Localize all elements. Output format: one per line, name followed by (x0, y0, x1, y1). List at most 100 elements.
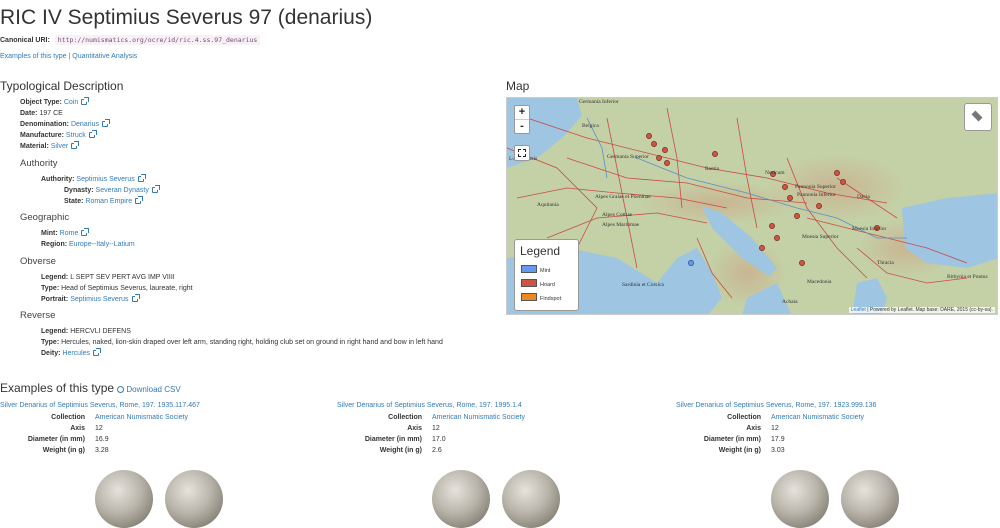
obverse-heading: Obverse (20, 256, 56, 267)
examples-link[interactable]: Examples of this type (0, 53, 67, 60)
external-link-icon[interactable] (71, 141, 80, 149)
legend-item-hoard: Hoard (521, 279, 555, 288)
field-reverse-legend: Legend: HERCVLI DEFENS (41, 328, 131, 335)
zoom-in-button[interactable]: + (515, 106, 529, 119)
svg-text:Alpes Maritimae: Alpes Maritimae (602, 222, 640, 228)
map-heading: Map (506, 79, 530, 93)
svg-text:Macedonia: Macedonia (807, 279, 832, 285)
object-type-link[interactable]: Coin (64, 99, 78, 106)
svg-text:Pannonia Inferior: Pannonia Inferior (797, 191, 836, 198)
collection-link[interactable]: American Numismatic Society (771, 413, 864, 423)
layers-icon[interactable] (964, 103, 992, 131)
svg-text:Moesia Inferior: Moesia Inferior (852, 225, 887, 232)
field-state: State: Roman Empire (64, 196, 144, 207)
field-denomination: Denomination: Denarius (20, 119, 110, 130)
reverse-heading: Reverse (20, 310, 56, 321)
legend-title: Legend (520, 244, 561, 258)
leaflet-link[interactable]: Leaflet (851, 307, 866, 313)
coin-reverse-image[interactable] (502, 470, 560, 528)
external-link-icon[interactable] (151, 185, 160, 193)
external-link-icon[interactable] (137, 174, 146, 182)
field-date: Date: 197 CE (20, 110, 63, 117)
svg-text:Achaia: Achaia (782, 299, 798, 305)
example-title-link[interactable]: Silver Denarius of Septimius Severus, Ro… (337, 402, 522, 409)
field-manufacture: Manufacture: Struck (20, 130, 97, 141)
field-object-type: Object Type: Coin (20, 97, 90, 108)
svg-text:Germania Superior: Germania Superior (607, 154, 649, 160)
external-link-icon[interactable] (131, 294, 140, 302)
material-link[interactable]: Silver (51, 143, 69, 150)
coin-obverse-image[interactable] (432, 470, 490, 528)
svg-text:Noricum: Noricum (765, 170, 785, 176)
svg-text:Bithynia et Pontus: Bithynia et Pontus (947, 274, 988, 280)
field-reverse-deity: Deity: Hercules (41, 348, 102, 359)
svg-text:Dacia: Dacia (857, 194, 870, 200)
map-view[interactable]: Germania Inferior Belgica Germania Super… (506, 97, 998, 315)
svg-text:Belgica: Belgica (582, 123, 599, 129)
coin-reverse-image[interactable] (841, 470, 899, 528)
page-title: RIC IV Septimius Severus 97 (denarius) (0, 6, 373, 29)
authority-heading: Authority (20, 158, 58, 169)
external-link-icon[interactable] (93, 348, 102, 356)
field-obverse-type: Type: Head of Septimius Severus, laureat… (41, 285, 193, 292)
svg-text:Raetia: Raetia (705, 166, 720, 172)
collection-link[interactable]: American Numismatic Society (432, 413, 525, 423)
field-region: Region: Europe--Italy--Latium (41, 241, 135, 248)
zoom-out-button[interactable]: - (515, 119, 529, 133)
link-separator: | (68, 53, 71, 60)
map-legend: Legend Mint Hoard Findspot (514, 239, 579, 311)
svg-text:Germania Inferior: Germania Inferior (579, 98, 619, 105)
svg-text:Alpes Cottiae: Alpes Cottiae (602, 212, 633, 218)
mint-link[interactable]: Rome (60, 230, 79, 237)
external-link-icon[interactable] (135, 196, 144, 204)
legend-swatch (521, 279, 537, 287)
coin-obverse-image[interactable] (771, 470, 829, 528)
coin-reverse-image[interactable] (165, 470, 223, 528)
region-link[interactable]: Europe--Italy--Latium (69, 241, 135, 248)
legend-swatch (521, 265, 537, 273)
external-link-icon[interactable] (88, 130, 97, 138)
field-mint: Mint: Rome (41, 228, 90, 239)
field-dynasty: Dynasty: Severan Dynasty (64, 185, 160, 196)
external-link-icon[interactable] (81, 228, 90, 236)
svg-text:Moesia Superior: Moesia Superior (802, 234, 839, 240)
typology-heading: Typological Description (0, 79, 124, 93)
manufacture-link[interactable]: Struck (66, 132, 86, 139)
map-tiles[interactable]: Germania Inferior Belgica Germania Super… (507, 98, 998, 315)
external-link-icon[interactable] (101, 119, 110, 127)
field-material: Material: Silver (20, 141, 80, 152)
svg-text:Alpes Graiae et Poeninae: Alpes Graiae et Poeninae (595, 194, 651, 200)
download-icon (117, 386, 125, 393)
collection-link[interactable]: American Numismatic Society (95, 413, 188, 423)
legend-item-mint: Mint (521, 265, 550, 274)
example-title-link[interactable]: Silver Denarius of Septimius Severus, Ro… (0, 402, 200, 409)
example-title-link[interactable]: Silver Denarius of Septimius Severus, Ro… (676, 402, 876, 409)
download-csv-link[interactable]: Download CSV (117, 385, 181, 394)
denomination-link[interactable]: Denarius (71, 121, 99, 128)
svg-text:Thracia: Thracia (877, 260, 894, 266)
state-link[interactable]: Roman Empire (85, 198, 132, 205)
field-obverse-portrait: Portrait: Septimius Severus (41, 294, 140, 305)
external-link-icon[interactable] (81, 97, 90, 105)
page-links: Examples of this type | Quantitative Ana… (0, 53, 137, 60)
zoom-control: + - (514, 105, 530, 134)
authority-link[interactable]: Septimius Severus (76, 176, 134, 183)
canonical-uri: Canonical URI: http://numismatics.org/oc… (0, 35, 261, 45)
geographic-heading: Geographic (20, 212, 70, 223)
svg-text:Aquitania: Aquitania (537, 202, 559, 208)
quantitative-analysis-link[interactable]: Quantitative Analysis (72, 53, 137, 60)
coin-obverse-image[interactable] (95, 470, 153, 528)
map-attribution: Leaflet | Powered by Leaflet. Map base: … (848, 307, 995, 313)
dynasty-link[interactable]: Severan Dynasty (96, 187, 149, 194)
fullscreen-icon[interactable] (514, 145, 530, 161)
field-reverse-type: Type: Hercules, naked, lion-skin draped … (41, 339, 443, 346)
field-authority: Authority: Septimius Severus (41, 174, 146, 185)
deity-link[interactable]: Hercules (62, 350, 90, 357)
legend-swatch (521, 293, 537, 301)
portrait-link[interactable]: Septimius Severus (70, 296, 128, 303)
canonical-uri-value[interactable]: http://numismatics.org/ocre/id/ric.4.ss.… (54, 35, 261, 45)
field-obverse-legend: Legend: L SEPT SEV PERT AVG IMP VIIII (41, 274, 175, 281)
examples-heading: Examples of this type Download CSV (0, 381, 181, 395)
legend-item-findspot: Findspot (521, 293, 561, 302)
svg-text:Pannonia Superior: Pannonia Superior (795, 184, 836, 190)
